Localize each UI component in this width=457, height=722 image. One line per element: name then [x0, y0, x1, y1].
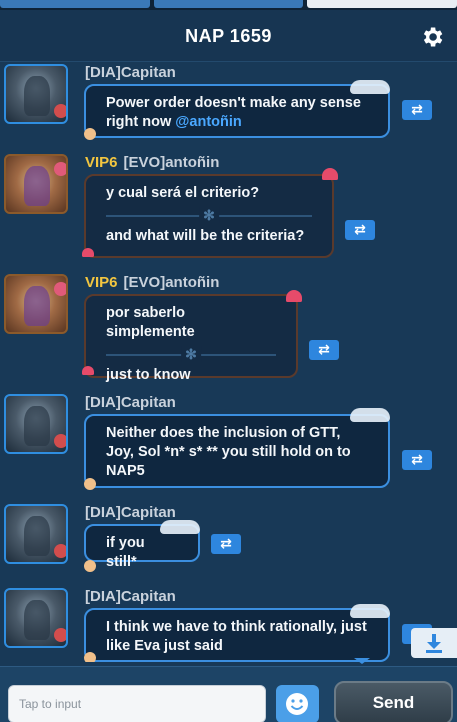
message-text: I think we have to think rationally, jus… [106, 619, 367, 654]
message-bubble[interactable]: I think we have to think rationally, jus… [84, 608, 390, 662]
message-bubble[interactable]: y cual será el criterio? ✻ and what will… [84, 174, 334, 258]
avatar[interactable] [4, 588, 68, 648]
chat-input[interactable]: Tap to input [8, 685, 266, 722]
message-author[interactable]: VIP6 [EVO]antoñin [85, 154, 219, 171]
chat-log[interactable]: [DIA]Capitan Power order doesn't make an… [0, 62, 457, 662]
author-name: [DIA]Capitan [85, 588, 176, 605]
mushroom-decoration [322, 168, 338, 180]
snow-decoration [350, 80, 390, 94]
mushroom-decoration [82, 366, 94, 375]
translation-divider: ✻ [106, 207, 312, 223]
message-author[interactable]: [DIA]Capitan [85, 588, 176, 605]
message-translated-text: just to know [106, 367, 191, 383]
message-bubble[interactable]: Neither does the inclusion of GTT, Joy, … [84, 414, 390, 488]
flower-decoration [84, 652, 96, 662]
mushroom-decoration [286, 290, 302, 302]
snowflake-icon: ✻ [199, 207, 219, 223]
avatar[interactable] [4, 64, 68, 124]
author-name: [EVO]antoñin [123, 274, 220, 291]
message-bubble[interactable]: Power order doesn't make any sense right… [84, 84, 390, 138]
message-text: if you still* [106, 535, 145, 570]
snow-decoration [160, 520, 200, 534]
message-author[interactable]: [DIA]Capitan [85, 394, 176, 411]
translate-button[interactable]: ⇄ [309, 340, 339, 360]
message-bubble[interactable]: por saberlo simplemente ✻ just to know [84, 294, 298, 383]
download-icon [426, 634, 442, 653]
translate-button[interactable]: ⇄ [211, 534, 241, 554]
avatar[interactable] [4, 274, 68, 334]
translate-button[interactable]: ⇄ [345, 220, 375, 240]
gear-icon[interactable] [419, 24, 445, 50]
message-text: Neither does the inclusion of GTT, Joy, … [106, 425, 351, 479]
chat-title: NAP 1659 [185, 26, 272, 46]
top-tab-strip [0, 0, 457, 10]
vip-badge: VIP6 [85, 154, 118, 171]
avatar[interactable] [4, 394, 68, 454]
chat-header: NAP 1659 [0, 10, 457, 62]
author-name: [EVO]antoñin [123, 154, 220, 171]
author-name: [DIA]Capitan [85, 394, 176, 411]
send-button[interactable]: Send [334, 681, 453, 722]
flower-decoration [84, 478, 96, 490]
message-original-text: por saberlo simplemente [106, 305, 195, 340]
mushroom-decoration [82, 248, 94, 257]
message-translated-text: and what will be the criteria? [106, 228, 305, 244]
input-bar: Tap to input Send [0, 666, 457, 722]
author-name: [DIA]Capitan [85, 504, 176, 521]
message-author[interactable]: [DIA]Capitan [85, 504, 176, 521]
translate-button[interactable]: ⇄ [402, 100, 432, 120]
smiley-icon [286, 693, 308, 715]
snow-decoration [350, 604, 390, 618]
snowflake-icon: ✻ [181, 346, 201, 362]
top-tab-2[interactable] [153, 0, 304, 8]
emoji-button[interactable] [276, 685, 319, 722]
top-tab-1[interactable] [0, 0, 150, 8]
message-author[interactable]: VIP6 [EVO]antoñin [85, 274, 219, 291]
author-name: [DIA]Capitan [85, 64, 176, 81]
translate-button[interactable]: ⇄ [402, 450, 432, 470]
vip-badge: VIP6 [85, 274, 118, 291]
translation-divider: ✻ [106, 346, 276, 362]
scroll-to-latest-button[interactable] [411, 628, 457, 658]
avatar[interactable] [4, 504, 68, 564]
message-author[interactable]: [DIA]Capitan [85, 64, 176, 81]
flower-decoration [84, 560, 96, 572]
snow-decoration [350, 408, 390, 422]
message-original-text: y cual será el criterio? [106, 185, 260, 201]
avatar[interactable] [4, 154, 68, 214]
top-tab-3[interactable] [307, 0, 457, 8]
mention-link[interactable]: @antoñin [175, 114, 242, 130]
flower-decoration [84, 128, 96, 140]
scroll-indicator [354, 658, 370, 664]
